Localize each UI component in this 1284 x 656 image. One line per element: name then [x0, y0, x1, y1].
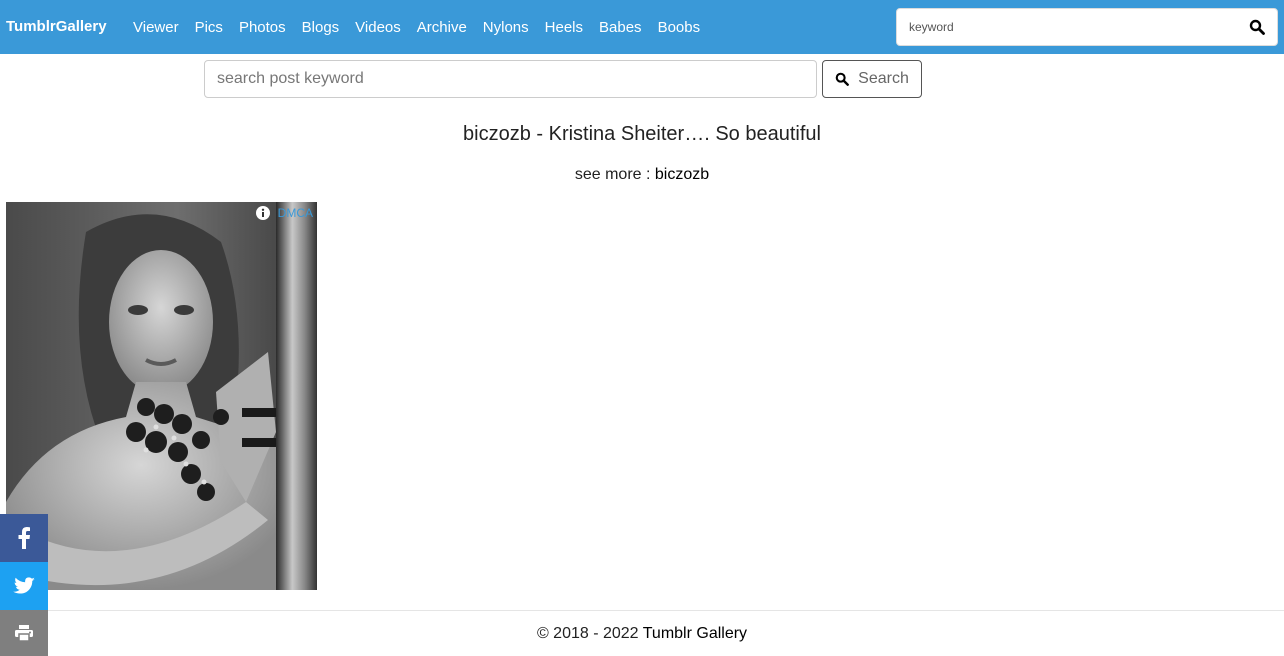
- facebook-icon: [18, 527, 30, 549]
- share-twitter-button[interactable]: [0, 562, 48, 610]
- post-photo[interactable]: DMCA: [6, 202, 317, 590]
- nav-link-heels[interactable]: Heels: [537, 19, 591, 36]
- nav-link-boobs[interactable]: Boobs: [650, 19, 709, 36]
- search-icon: [835, 72, 850, 86]
- nav-link-viewer[interactable]: Viewer: [125, 19, 187, 36]
- navbar-search-input[interactable]: [897, 9, 1227, 45]
- twitter-icon: [13, 577, 35, 594]
- top-navbar: TumblrGallery Viewer Pics Photos Blogs V…: [0, 0, 1284, 54]
- nav-link-photos[interactable]: Photos: [231, 19, 294, 36]
- photo-image: [6, 202, 317, 590]
- nav-link-blogs[interactable]: Blogs: [294, 19, 348, 36]
- brand-logo-link[interactable]: TumblrGallery: [6, 18, 107, 35]
- info-icon: [255, 206, 270, 220]
- nav-link-pics[interactable]: Pics: [187, 19, 231, 36]
- nav-link-videos[interactable]: Videos: [347, 19, 409, 36]
- print-button[interactable]: [0, 610, 48, 656]
- see-more-line: see more : biczozb: [0, 166, 1284, 184]
- print-icon: [15, 625, 33, 641]
- share-facebook-button[interactable]: [0, 514, 48, 562]
- search-icon[interactable]: [1249, 19, 1265, 35]
- dmca-badge: DMCA: [255, 206, 313, 220]
- dmca-link[interactable]: DMCA: [278, 206, 313, 220]
- post-search-input[interactable]: [205, 61, 816, 97]
- see-more-prefix: see more :: [574, 166, 655, 183]
- nav-link-babes[interactable]: Babes: [591, 19, 650, 36]
- nav-link-archive[interactable]: Archive: [409, 19, 475, 36]
- search-button-label: Search: [858, 70, 909, 87]
- nav-link-nylons[interactable]: Nylons: [475, 19, 537, 36]
- footer-site-link[interactable]: Tumblr Gallery: [643, 625, 747, 642]
- post-title: biczozb - Kristina Sheiter…. So beautifu…: [463, 123, 821, 145]
- footer: © 2018 - 2022 Tumblr Gallery: [0, 625, 1284, 643]
- see-more-blog-link[interactable]: biczozb: [655, 166, 709, 183]
- post-search-box: [204, 60, 817, 98]
- footer-divider: [0, 610, 1284, 611]
- search-button[interactable]: Search: [822, 60, 922, 98]
- navbar-search-box: [896, 8, 1278, 46]
- nav-menu: Viewer Pics Photos Blogs Videos Archive …: [125, 0, 708, 54]
- copyright-text: © 2018 - 2022: [536, 625, 643, 642]
